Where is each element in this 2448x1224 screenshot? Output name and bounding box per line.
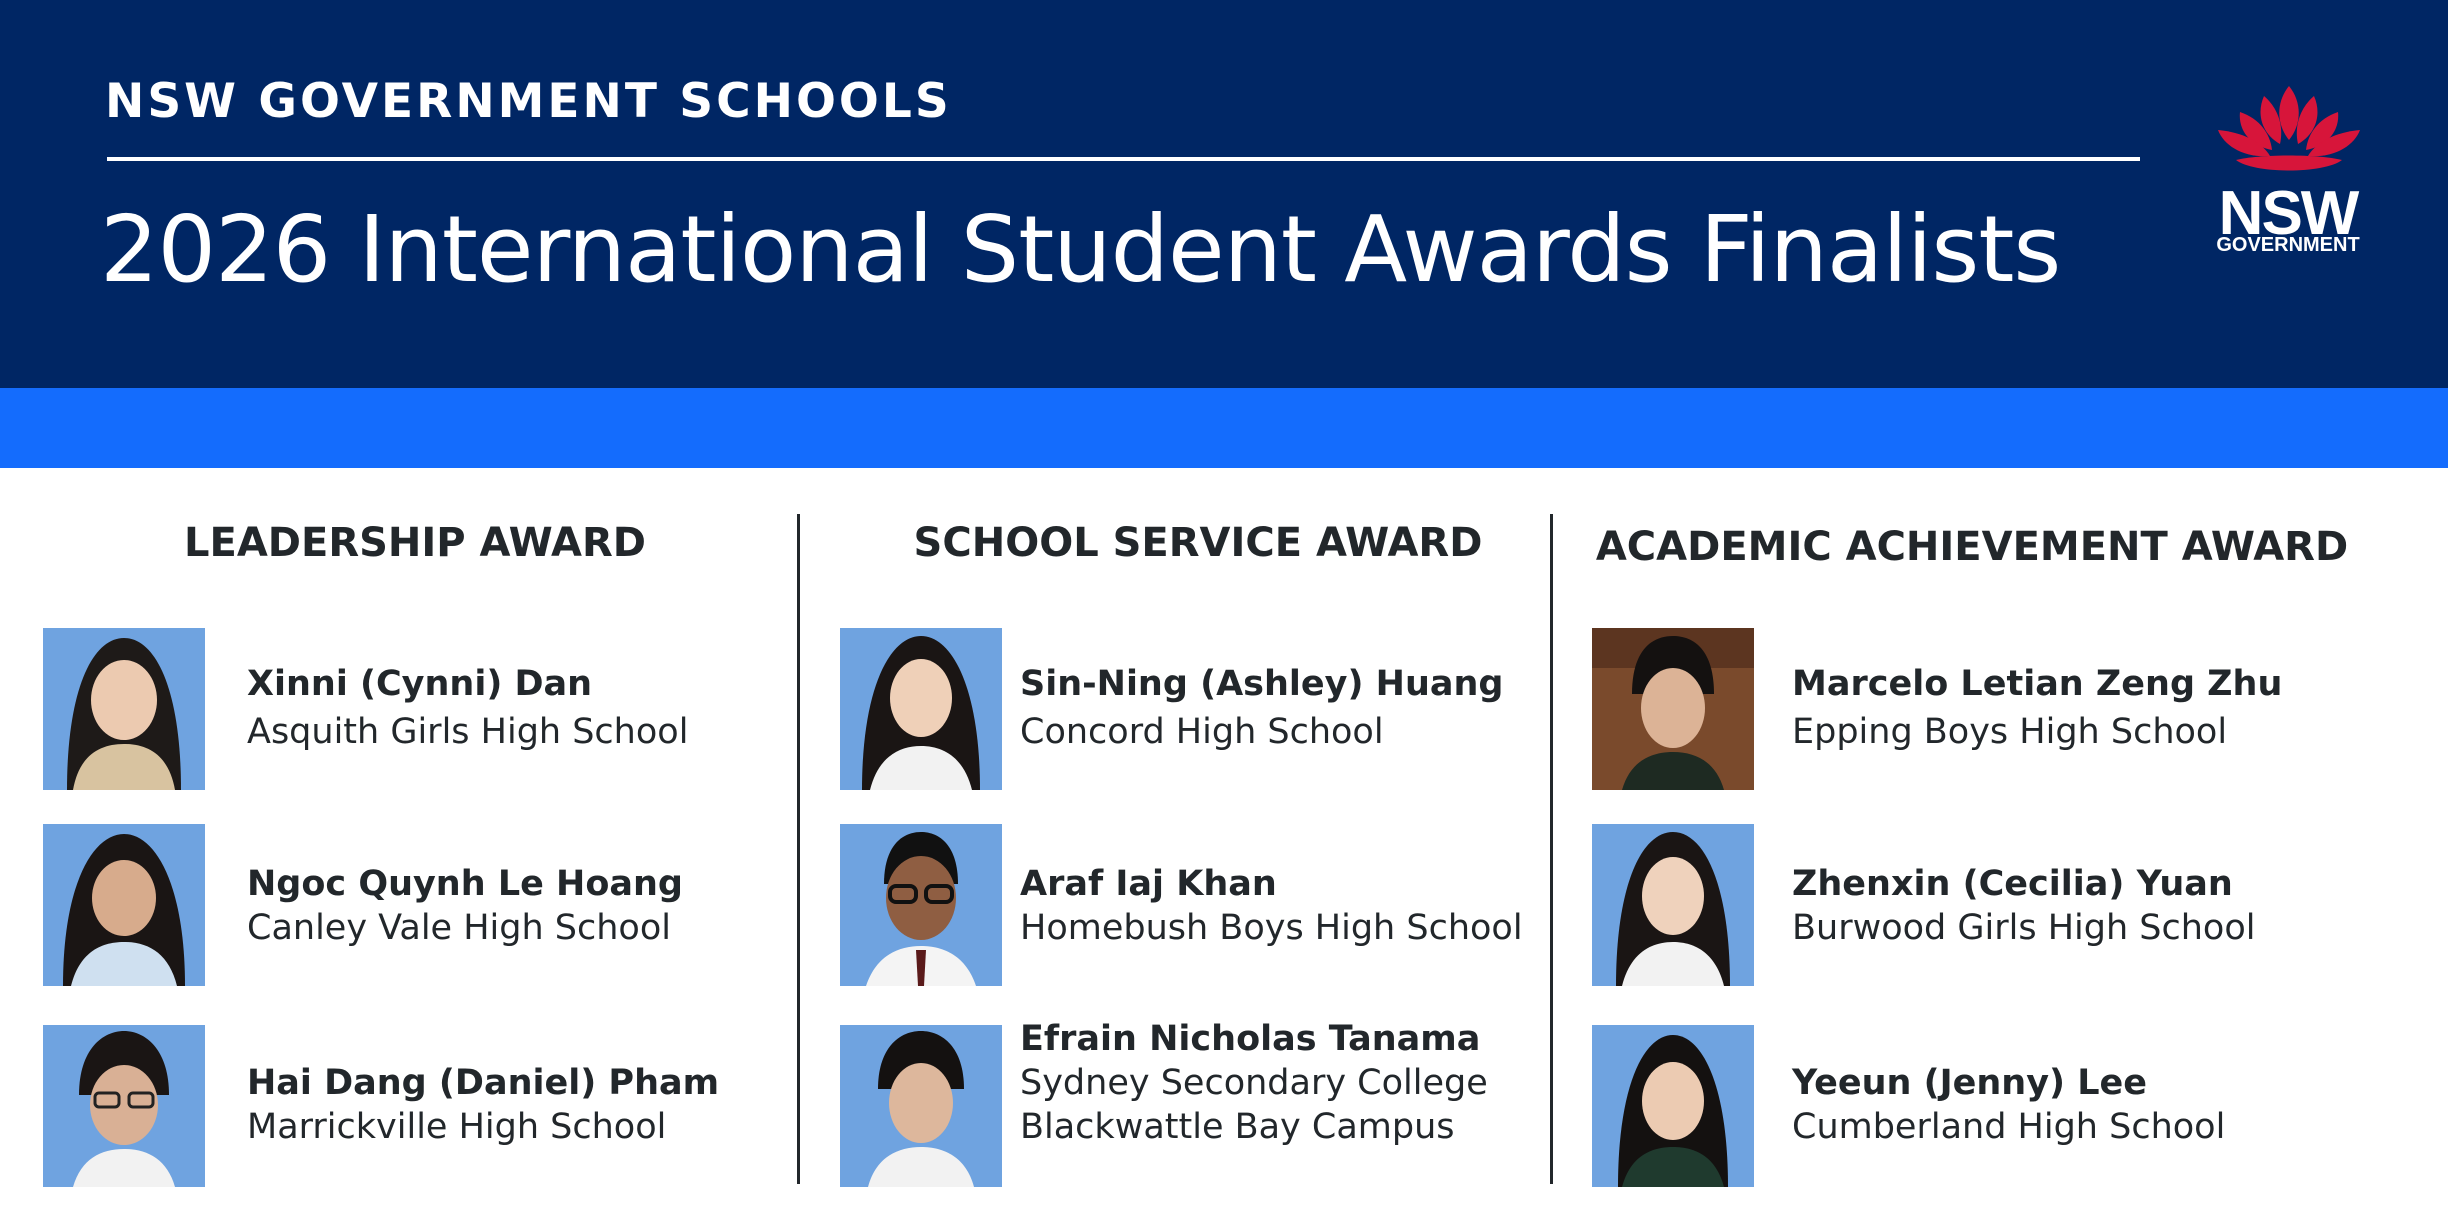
finalist-card: Hai Dang (Daniel) Pham Marrickville High… (43, 1025, 803, 1187)
finalist-photo (43, 628, 205, 790)
award-column-leadership: LEADERSHIP AWARD Xinni (Cynni) Dan Asqui… (43, 468, 803, 1224)
header-banner: NSW GOVERNMENT SCHOOLS 2026 Internationa… (0, 0, 2448, 388)
finalist-card: Araf Iaj Khan Homebush Boys High School (840, 824, 1600, 986)
nsw-government-logo: NSW GOVERNMENT (2214, 84, 2374, 264)
award-column-school-service: SCHOOL SERVICE AWARD Sin-Ning (Ashley) H… (840, 468, 1600, 1224)
finalist-name: Efrain Nicholas Tanama (1020, 1019, 1481, 1059)
finalist-school: Burwood Girls High School (1792, 908, 2256, 948)
finalist-name: Sin-Ning (Ashley) Huang (1020, 664, 1504, 704)
finalist-school: Concord High School (1020, 712, 1384, 752)
finalist-card: Efrain Nicholas Tanama Sydney Secondary … (840, 1019, 1600, 1187)
finalist-card: Zhenxin (Cecilia) Yuan Burwood Girls Hig… (1592, 824, 2352, 986)
award-title: LEADERSHIP AWARD (184, 520, 646, 566)
finalist-photo (840, 824, 1002, 986)
finalist-name: Yeeun (Jenny) Lee (1792, 1063, 2147, 1103)
finalist-school: Canley Vale High School (247, 908, 671, 948)
finalist-card: Yeeun (Jenny) Lee Cumberland High School (1592, 1025, 2352, 1187)
finalist-photo (840, 1025, 1002, 1187)
finalist-name: Xinni (Cynni) Dan (247, 664, 593, 704)
finalist-name: Hai Dang (Daniel) Pham (247, 1063, 720, 1103)
finalist-photo (1592, 824, 1754, 986)
finalist-name: Zhenxin (Cecilia) Yuan (1792, 864, 2233, 904)
finalist-photo (1592, 1025, 1754, 1187)
finalist-card: Xinni (Cynni) Dan Asquith Girls High Sch… (43, 628, 803, 790)
finalist-card: Marcelo Letian Zeng Zhu Epping Boys High… (1592, 628, 2352, 790)
finalist-photo (43, 1025, 205, 1187)
finalist-card: Ngoc Quynh Le Hoang Canley Vale High Sch… (43, 824, 803, 986)
finalist-school: Epping Boys High School (1792, 712, 2228, 752)
accent-band (0, 388, 2448, 468)
award-title: ACADEMIC ACHIEVEMENT AWARD (1595, 524, 2349, 570)
waratah-icon (2218, 86, 2360, 171)
finalist-school: Homebush Boys High School (1020, 908, 1523, 948)
award-title: SCHOOL SERVICE AWARD (913, 520, 1483, 566)
finalist-photo (840, 628, 1002, 790)
header-divider (107, 157, 2140, 161)
finalist-school: Marrickville High School (247, 1107, 667, 1147)
finalist-name: Ngoc Quynh Le Hoang (247, 864, 683, 904)
finalist-school-line2: Blackwattle Bay Campus (1020, 1107, 1455, 1147)
finalist-card: Sin-Ning (Ashley) Huang Concord High Sch… (840, 628, 1600, 790)
finalist-school: Cumberland High School (1792, 1107, 2226, 1147)
finalist-name: Marcelo Letian Zeng Zhu (1792, 664, 2283, 704)
finalist-photo (43, 824, 205, 986)
finalist-photo (1592, 628, 1754, 790)
finalist-school: Sydney Secondary College (1020, 1063, 1488, 1103)
page-title: 2026 International Student Awards Finali… (100, 196, 2061, 303)
header-kicker: NSW GOVERNMENT SCHOOLS (105, 74, 952, 129)
finalist-name: Araf Iaj Khan (1020, 864, 1277, 904)
logo-subtitle: GOVERNMENT (2216, 234, 2360, 256)
finalist-school: Asquith Girls High School (247, 712, 689, 752)
award-column-academic-achievement: ACADEMIC ACHIEVEMENT AWARD Marcelo Letia… (1592, 468, 2352, 1224)
